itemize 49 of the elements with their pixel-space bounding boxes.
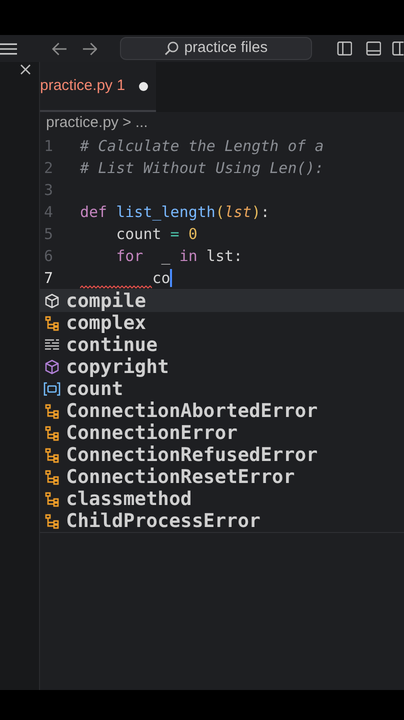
suggestion-item[interactable]: ChildProcessError <box>40 510 404 532</box>
line-number: 7 <box>43 268 54 289</box>
panel-layout-icon[interactable] <box>366 41 382 56</box>
tab-label: practice.py 1 <box>40 76 126 96</box>
code-line: for _ in lst: <box>115 246 243 267</box>
suggestion-item[interactable]: complex <box>40 312 404 334</box>
menu-icon[interactable] <box>0 42 18 54</box>
class-icon <box>44 513 60 529</box>
editor-tab[interactable]: practice.py 1 <box>40 62 156 112</box>
code-line: # List Without Using Len(): <box>80 158 324 179</box>
class-icon <box>44 447 60 463</box>
close-icon[interactable] <box>20 64 31 75</box>
class-icon <box>44 425 60 441</box>
line-number: 3 <box>43 180 54 201</box>
suggestion-item[interactable]: ConnectionRefusedError <box>40 444 404 466</box>
code-line: # Calculate the Length of a <box>80 136 324 157</box>
line-number: 4 <box>43 202 54 223</box>
code-line: count = 0 <box>115 224 198 245</box>
line-number: 1 <box>43 136 54 157</box>
breadcrumb-file[interactable]: practice.py <box>46 112 119 134</box>
cube-icon <box>44 293 60 309</box>
class-icon <box>44 403 60 419</box>
sidebar-layout-icon[interactable] <box>336 41 352 56</box>
class-icon <box>44 315 60 331</box>
cube-icon <box>44 359 60 375</box>
line-number: 5 <box>43 224 54 245</box>
class-icon <box>44 491 60 507</box>
search-field[interactable]: practice files <box>120 37 312 60</box>
split-layout-icon[interactable] <box>392 41 404 56</box>
line-number: 2 <box>43 158 54 179</box>
code-line: co <box>151 268 170 289</box>
suggestion-item[interactable]: classmethod <box>40 488 404 510</box>
class-icon <box>44 469 60 485</box>
keyword-icon <box>44 338 60 352</box>
suggestion-item[interactable]: count <box>40 378 404 400</box>
code-line: def list_length(lst): <box>80 202 270 223</box>
breadcrumb-separator: > <box>122 112 132 133</box>
search-icon <box>164 41 180 56</box>
back-arrow-icon[interactable] <box>52 42 68 56</box>
suggestion-item[interactable]: ConnectionResetError <box>40 466 404 488</box>
suggestion-item[interactable]: copyright <box>40 356 404 378</box>
suggestion-item[interactable]: ConnectionError <box>40 422 404 444</box>
breadcrumb-symbol[interactable]: ... <box>135 112 148 134</box>
line-number: 6 <box>43 246 54 267</box>
variable-icon <box>43 382 61 396</box>
suggestion-item[interactable]: continue <box>40 334 404 356</box>
forward-arrow-icon[interactable] <box>82 42 98 56</box>
suggestion-item[interactable]: compile <box>40 290 404 312</box>
suggestion-item[interactable]: ConnectionAbortedError <box>40 400 404 422</box>
